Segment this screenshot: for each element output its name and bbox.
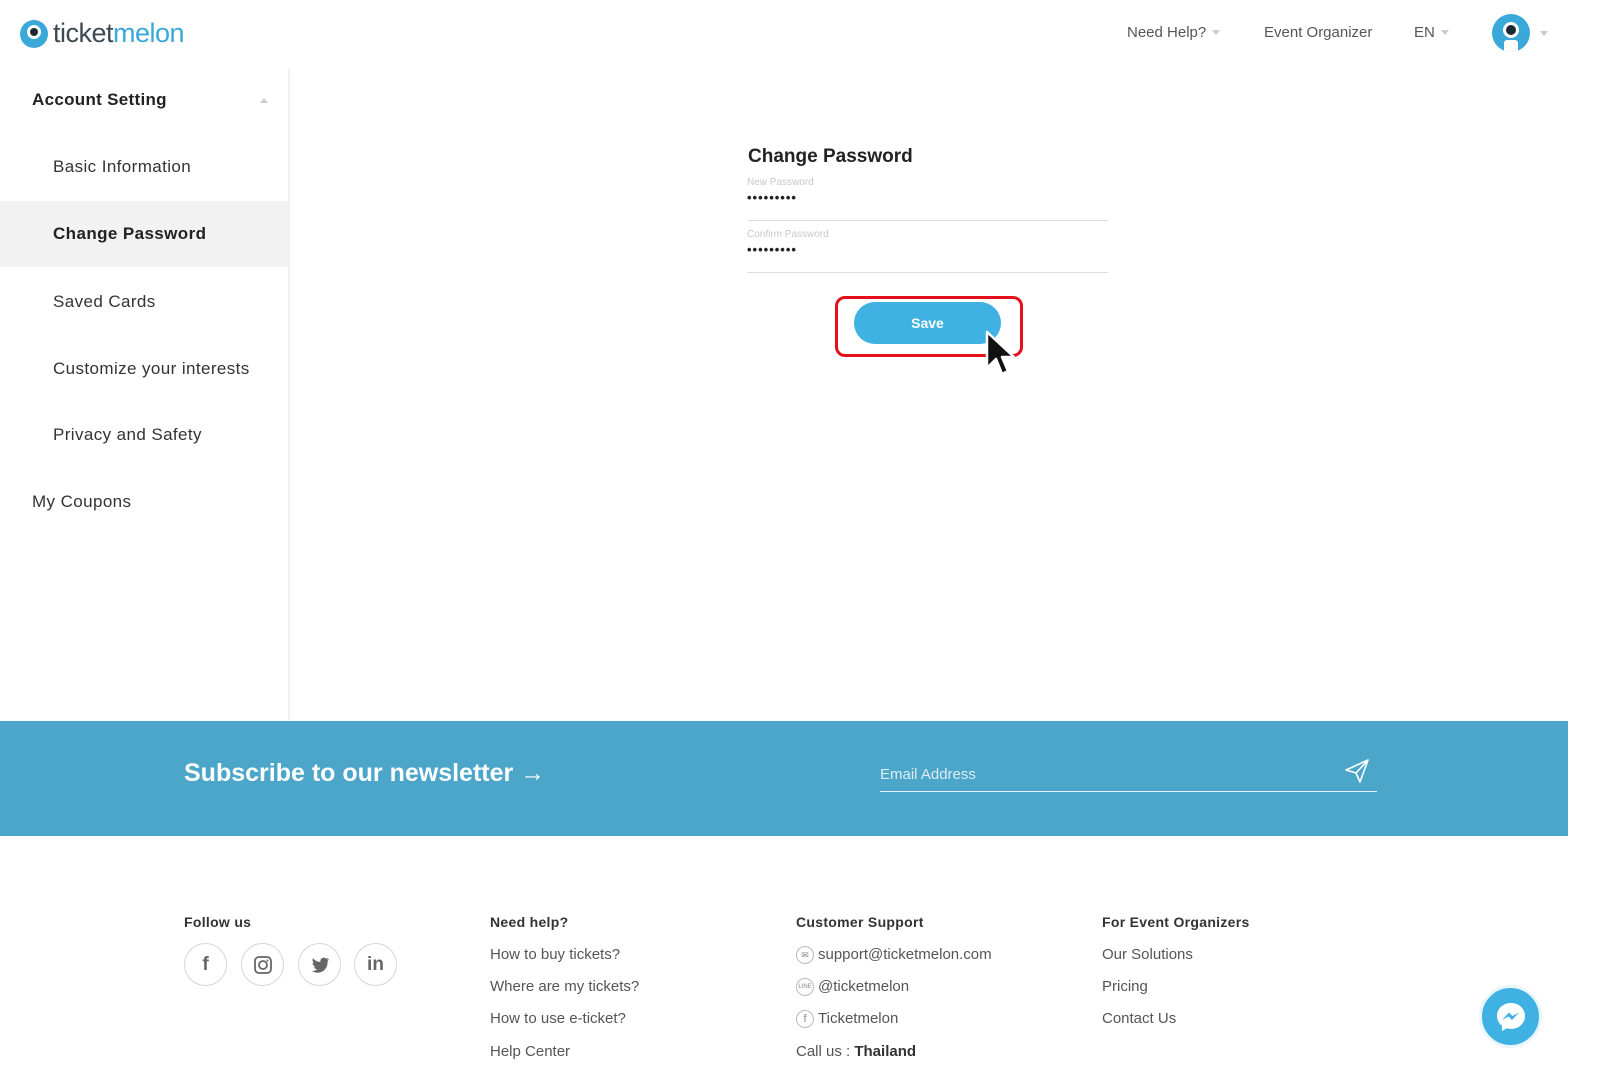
line-icon: LINE (796, 978, 814, 997)
messenger-icon (1496, 1002, 1525, 1031)
chevron-up-icon (260, 98, 268, 103)
link-help-center[interactable]: Help Center (490, 1043, 570, 1060)
call-us-label: Call us : (796, 1043, 851, 1060)
support-facebook-link[interactable]: f Ticketmelon (796, 1010, 899, 1029)
link-pricing[interactable]: Pricing (1102, 978, 1148, 995)
sidebar-item-change-password[interactable]: Change Password (0, 201, 288, 267)
logo-text: ticketmelon (53, 18, 185, 48)
page-title: Change Password (748, 146, 913, 167)
new-password-field[interactable]: New Password ••••••••• (747, 177, 1108, 221)
account-setting-label: Account Setting (32, 90, 167, 109)
confirm-password-label: Confirm Password (747, 229, 829, 240)
twitter-glyph (311, 957, 329, 973)
facebook-icon[interactable]: f (184, 943, 227, 986)
support-line-link[interactable]: LINE @ticketmelon (796, 978, 910, 997)
sidebar-item-customize-interests[interactable]: Customize your interests (0, 336, 288, 402)
user-avatar[interactable] (1492, 14, 1530, 52)
support-line-text: @ticketmelon (818, 978, 910, 995)
link-how-to-buy[interactable]: How to buy tickets? (490, 946, 620, 963)
footer-help-column: Need help? (490, 914, 568, 930)
twitter-icon[interactable] (298, 943, 341, 986)
mouse-cursor-icon (985, 330, 1015, 376)
footer-follow-column: Follow us (184, 914, 251, 930)
new-password-input[interactable]: ••••••••• (747, 190, 1108, 210)
confirm-password-field[interactable]: Confirm Password ••••••••• (747, 229, 1108, 273)
footer-organizers-column: For Event Organizers (1102, 914, 1250, 930)
confirm-password-input[interactable]: ••••••••• (747, 242, 1108, 262)
language-selector[interactable]: EN (1414, 24, 1449, 41)
ticketmelon-logo[interactable]: ticketmelon (20, 18, 185, 49)
top-header: ticketmelon Need Help? Event Organizer E… (0, 0, 1600, 68)
sidebar-item-privacy-safety[interactable]: Privacy and Safety (0, 402, 288, 468)
footer-support-column: Customer Support (796, 914, 924, 930)
language-label: EN (1414, 24, 1435, 41)
avatar-body-shape (1504, 40, 1518, 52)
support-email-link[interactable]: ✉ support@ticketmelon.com (796, 946, 992, 965)
facebook-small-icon: f (796, 1010, 814, 1029)
customer-support-heading: Customer Support (796, 914, 924, 930)
account-setting-toggle[interactable]: Account Setting (32, 90, 272, 110)
email-icon: ✉ (796, 946, 814, 965)
support-email-text: support@ticketmelon.com (818, 946, 992, 963)
new-password-label: New Password (747, 177, 814, 188)
sidebar-item-my-coupons[interactable]: My Coupons (32, 492, 131, 512)
newsletter-title[interactable]: Subscribe to our newsletter → (184, 759, 545, 788)
account-sidebar: Account Setting Basic Information Change… (0, 68, 290, 720)
newsletter-email-input[interactable]: Email Address (880, 759, 1377, 792)
event-organizer-label: Event Organizer (1264, 24, 1373, 41)
need-help-heading: Need help? (490, 914, 569, 930)
need-help-label: Need Help? (1127, 24, 1207, 41)
event-organizer-link[interactable]: Event Organizer (1264, 24, 1372, 41)
instagram-icon[interactable] (241, 943, 284, 986)
follow-us-heading: Follow us (184, 914, 252, 930)
need-help-menu[interactable]: Need Help? (1127, 24, 1221, 41)
link-contact-us[interactable]: Contact Us (1102, 1010, 1176, 1027)
linkedin-icon[interactable]: in (354, 943, 397, 986)
call-us-country[interactable]: Thailand (854, 1043, 916, 1060)
for-organizers-heading: For Event Organizers (1102, 914, 1250, 930)
sidebar-item-basic-information[interactable]: Basic Information (0, 134, 288, 200)
chevron-down-icon (1440, 30, 1449, 35)
support-facebook-text: Ticketmelon (818, 1010, 899, 1027)
save-button[interactable]: Save (854, 302, 1001, 344)
messenger-chat-button[interactable] (1479, 985, 1542, 1048)
avatar-chevron-down-icon[interactable] (1540, 31, 1548, 36)
link-how-to-use-eticket[interactable]: How to use e-ticket? (490, 1010, 626, 1027)
instagram-glyph (253, 955, 272, 974)
email-placeholder: Email Address (880, 766, 976, 783)
logo-mascot-icon (20, 19, 48, 48)
link-our-solutions[interactable]: Our Solutions (1102, 946, 1193, 963)
send-icon[interactable] (1343, 757, 1371, 785)
chevron-down-icon (1212, 30, 1221, 35)
newsletter-banner: Subscribe to our newsletter → Email Addr… (0, 721, 1568, 836)
sidebar-item-saved-cards[interactable]: Saved Cards (0, 269, 288, 335)
support-call-line: Call us : Thailand (796, 1043, 916, 1060)
link-where-tickets[interactable]: Where are my tickets? (490, 978, 639, 995)
